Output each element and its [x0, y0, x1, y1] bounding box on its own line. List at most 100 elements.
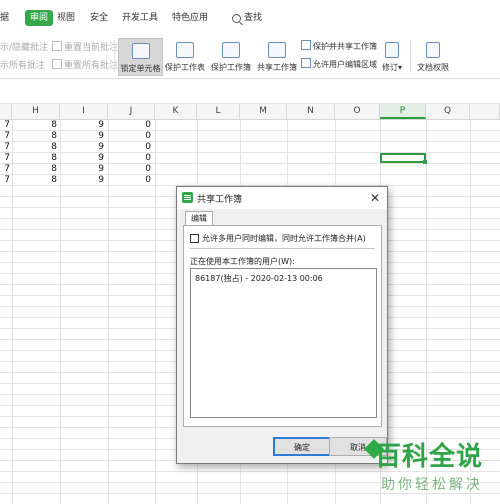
tab-view[interactable]: 视图: [57, 10, 75, 26]
grid-cell[interactable]: 9: [60, 120, 104, 131]
search-icon[interactable]: [232, 14, 241, 23]
grid-cell[interactable]: 8: [12, 120, 57, 131]
dialog-tab-panel: 允许多用户同时编辑，同时允许工作簿合并(A) 正在使用本工作簿的用户(W): 8…: [183, 225, 382, 427]
column-header-l[interactable]: L: [197, 104, 240, 119]
protect-sheet-label: 保护工作表: [165, 63, 205, 72]
column-header-partial[interactable]: [0, 104, 12, 119]
column-header-o[interactable]: O: [335, 104, 380, 119]
column-header-n[interactable]: N: [287, 104, 335, 119]
grid-cell[interactable]: 8: [12, 164, 57, 175]
lock-cell-button[interactable]: 锁定单元格: [118, 38, 163, 76]
workbook-app-icon: [182, 192, 193, 203]
column-header-i[interactable]: I: [60, 104, 108, 119]
column-header-k[interactable]: K: [155, 104, 197, 119]
ribbon-divider: [410, 40, 411, 72]
grid-cell[interactable]: 7: [0, 120, 10, 131]
show-all-comments-button[interactable]: 示所有批注: [0, 58, 45, 71]
grid-cell[interactable]: 0: [108, 120, 151, 131]
grid-cell[interactable]: 9: [60, 164, 104, 175]
protect-workbook-label: 保护工作簿: [211, 63, 251, 72]
protect-sheet-button[interactable]: 保护工作表: [164, 38, 206, 74]
tab-review[interactable]: 审阅: [25, 10, 54, 26]
show-hide-comments-button[interactable]: 示/隐藏批注: [0, 40, 48, 53]
column-header-p[interactable]: P: [380, 104, 426, 119]
protect-sheet-icon: [176, 42, 194, 58]
grid-cell[interactable]: 8: [12, 153, 57, 164]
ribbon-tab-bar: 据 审阅 视图 安全 开发工具 特色应用 查找: [0, 0, 500, 35]
protect-workbook-icon: [222, 42, 240, 58]
ribbon-toolbar: 示/隐藏批注 重置当前批注 示所有批注 重置所有批注 锁定单元格 保护工作表 保…: [0, 34, 500, 79]
protect-workbook-button[interactable]: 保护工作簿: [209, 38, 253, 74]
share-workbook-icon: [268, 42, 286, 58]
users-list-label: 正在使用本工作簿的用户(W):: [190, 257, 295, 266]
allow-multiuser-checkbox[interactable]: [190, 234, 199, 243]
grid-cell[interactable]: 0: [108, 175, 151, 186]
column-header-bar: H I J K L M N O P Q: [0, 104, 500, 120]
revise-button[interactable]: 修订▾: [378, 38, 406, 74]
tab-special-apps[interactable]: 特色应用: [172, 10, 208, 26]
column-header-partial[interactable]: [470, 104, 500, 119]
allow-multiuser-label[interactable]: 允许多用户同时编辑，同时允许工作簿合并(A): [202, 233, 366, 244]
dialog-title-bar[interactable]: 共享工作簿 ✕: [177, 187, 387, 209]
users-listbox[interactable]: 86187(独占) - 2020-02-13 00:06: [190, 268, 377, 418]
grid-cell[interactable]: 0: [108, 164, 151, 175]
reset-current-comment-button[interactable]: 重置当前批注: [52, 40, 118, 53]
document-permission-label: 文档权限: [417, 63, 449, 72]
reset-all-comments-button[interactable]: 重置所有批注: [52, 58, 118, 71]
grid-cell[interactable]: 8: [12, 131, 57, 142]
share-workbook-label: 共享工作簿: [257, 63, 297, 72]
watermark-title: 百科全说: [375, 442, 484, 472]
grid-cell[interactable]: 8: [12, 175, 57, 186]
protect-share-icon: [301, 40, 311, 50]
lock-cell-label: 锁定单元格: [120, 64, 161, 73]
grid-cell[interactable]: 7: [0, 164, 10, 175]
grid-cell[interactable]: 0: [108, 142, 151, 153]
watermark-logo: 百科全说 助你轻松解决: [364, 430, 500, 504]
formula-bar-area: [0, 79, 500, 104]
allow-edit-ranges-label: 允许用户编辑区域: [313, 60, 377, 69]
grid-cell[interactable]: 7: [0, 153, 10, 164]
grid-cell[interactable]: 9: [60, 142, 104, 153]
column-gridline: [155, 120, 156, 504]
grid-cell[interactable]: 0: [108, 153, 151, 164]
tab-data[interactable]: 据: [0, 10, 9, 26]
tab-dev-tools[interactable]: 开发工具: [122, 10, 158, 26]
revise-label: 修订: [381, 63, 398, 72]
grid-cell[interactable]: 8: [12, 142, 57, 153]
share-workbook-button[interactable]: 共享工作簿: [255, 38, 299, 74]
tab-edit[interactable]: 编辑: [185, 211, 213, 226]
lock-cell-icon: [131, 43, 150, 59]
selected-cell[interactable]: [380, 153, 427, 164]
dialog-divider: [190, 248, 375, 249]
share-workbook-dialog: 共享工作簿 ✕ 编辑 允许多用户同时编辑，同时允许工作簿合并(A) 正在使用本工…: [176, 186, 388, 464]
chevron-down-icon: ▾: [397, 63, 402, 72]
allow-edit-ranges-button[interactable]: 允许用户编辑区域: [301, 58, 377, 70]
list-item[interactable]: 86187(独占) - 2020-02-13 00:06: [195, 273, 323, 284]
protect-share-workbook-button[interactable]: 保护并共享工作簿: [301, 40, 377, 52]
document-permission-button[interactable]: 文档权限: [414, 38, 452, 74]
close-icon[interactable]: ✕: [367, 190, 383, 206]
grid-cell[interactable]: 7: [0, 142, 10, 153]
revise-icon: [385, 42, 399, 58]
ok-button[interactable]: 确定: [273, 437, 331, 456]
protect-share-workbook-label: 保护并共享工作簿: [313, 42, 377, 51]
grid-cell[interactable]: 9: [60, 175, 104, 186]
show-hide-comments-label: 示/隐藏批注: [0, 43, 49, 53]
allow-edit-icon: [301, 58, 311, 68]
grid-cell[interactable]: 9: [60, 131, 104, 142]
show-all-comments-label: 示所有批注: [0, 61, 46, 71]
column-header-q[interactable]: Q: [426, 104, 470, 119]
grid-cell[interactable]: 9: [60, 153, 104, 164]
grid-cell[interactable]: 7: [0, 175, 10, 186]
grid-cell[interactable]: 0: [108, 131, 151, 142]
tab-search[interactable]: 查找: [244, 10, 262, 26]
grid-cell[interactable]: 7: [0, 131, 10, 142]
dialog-title: 共享工作簿: [197, 195, 243, 205]
column-header-j[interactable]: J: [108, 104, 155, 119]
document-permission-icon: [426, 42, 440, 58]
column-header-h[interactable]: H: [12, 104, 60, 119]
reset-current-comment-label: 重置当前批注: [64, 43, 119, 53]
tab-security[interactable]: 安全: [90, 10, 108, 26]
watermark-subtitle: 助你轻松解决: [381, 477, 483, 493]
column-header-m[interactable]: M: [240, 104, 287, 119]
